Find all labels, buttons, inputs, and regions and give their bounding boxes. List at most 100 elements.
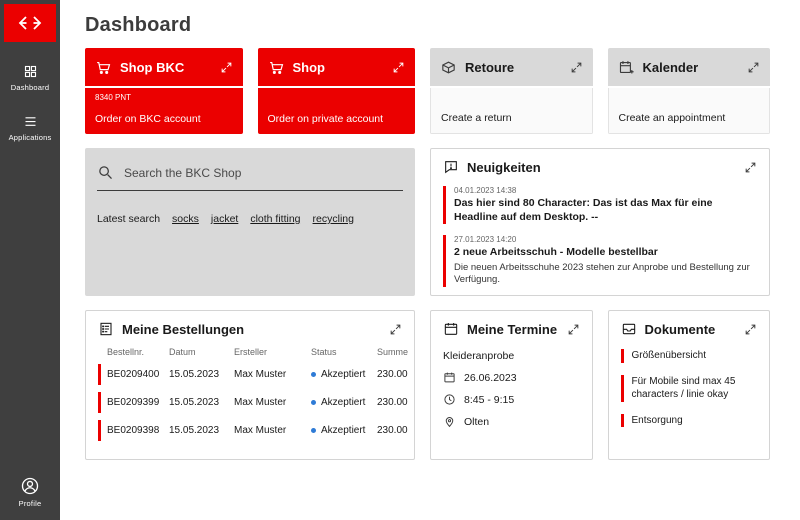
expand-icon[interactable]: [567, 323, 580, 336]
news-timestamp: 04.01.2023 14:38: [454, 186, 517, 195]
status-dot: [311, 372, 316, 377]
expand-icon[interactable]: [747, 61, 760, 74]
order-number: BE0209398: [107, 425, 160, 436]
middle-row: Latest search socks jacket cloth fitting…: [85, 148, 770, 296]
order-list-icon: [98, 321, 114, 337]
appointment-location-row: Olten: [443, 415, 580, 428]
retoure-card[interactable]: Retoure Create a return: [430, 48, 593, 134]
news-item[interactable]: 27.01.2023 14:20 2 neue Arbeitsschuh - M…: [443, 235, 757, 287]
sidebar-item-label: Applications: [8, 133, 52, 142]
expand-icon[interactable]: [744, 323, 757, 336]
sidebar-item-applications[interactable]: Applications: [0, 114, 60, 142]
documents-card: Dokumente Größenübersicht Für Mobile sin…: [607, 310, 770, 460]
profile-icon: [20, 476, 40, 496]
card-title: Shop BKC: [120, 59, 185, 75]
order-total: 230.00: [377, 369, 408, 380]
news-bubble-icon: [443, 159, 459, 175]
news-card: Neuigkeiten 04.01.2023 14:38 Das hier si…: [430, 148, 770, 296]
expand-icon[interactable]: [570, 61, 583, 74]
order-row[interactable]: BE0209400 15.05.2023 Max Muster Akzeptie…: [98, 364, 408, 385]
dashboard-grid-icon: [23, 64, 38, 79]
profile-label: Profile: [18, 499, 42, 508]
expand-icon[interactable]: [389, 323, 402, 336]
column-header: Summe: [377, 347, 409, 357]
card-subtitle: Order on private account: [267, 113, 384, 125]
content: Shop BKC 8340 PNT Order on BKC account S…: [60, 46, 800, 474]
news-body: Die neuen Arbeitsschuhe 2023 stehen zur …: [454, 261, 750, 286]
kalender-card[interactable]: Kalender Create an appointment: [607, 48, 770, 134]
search-tag[interactable]: jacket: [211, 213, 238, 225]
search-icon: [97, 164, 114, 181]
quick-tiles-row: Shop BKC 8340 PNT Order on BKC account S…: [85, 48, 770, 134]
expand-icon[interactable]: [744, 161, 757, 174]
shop-bkc-card[interactable]: Shop BKC 8340 PNT Order on BKC account: [85, 48, 243, 134]
appointment-title: Kleideranprobe: [443, 350, 515, 362]
appointment-location: Olten: [464, 415, 490, 428]
order-creator: Max Muster: [234, 369, 287, 380]
sidebar-item-dashboard[interactable]: Dashboard: [0, 64, 60, 92]
calendar-icon: [443, 321, 459, 337]
order-date: 15.05.2023: [169, 369, 220, 380]
main-area: Dashboard Shop BKC 8340 PNT Order on BKC…: [60, 0, 800, 520]
top-bar: Dashboard: [60, 0, 800, 46]
order-creator: Max Muster: [234, 397, 287, 408]
order-total: 230.00: [377, 397, 408, 408]
expand-icon[interactable]: [392, 61, 405, 74]
card-title: Kalender: [642, 59, 699, 75]
status-badge: Akzeptiert: [321, 397, 366, 408]
card-subtitle: Order on BKC account: [95, 113, 201, 125]
shop-card[interactable]: Shop Order on private account: [257, 48, 415, 134]
applications-menu-icon: [23, 114, 38, 129]
app-window: Dashboard Applications Profile Dashboard: [0, 0, 800, 520]
clock-icon: [443, 393, 456, 406]
card-title: Retoure: [465, 59, 515, 75]
order-creator: Max Muster: [234, 425, 287, 436]
column-header: Status: [311, 347, 337, 357]
location-pin-icon: [443, 415, 456, 428]
panel-title: Meine Bestellungen: [122, 321, 245, 337]
column-header: Ersteller: [234, 347, 268, 357]
status-badge: Akzeptiert: [321, 425, 366, 436]
column-header: Bestellnr.: [107, 347, 145, 357]
expand-icon[interactable]: [220, 61, 233, 74]
card-subtitle: Create a return: [441, 112, 512, 124]
points-badge: 8340 PNT: [95, 93, 132, 102]
news-timestamp: 27.01.2023 14:20: [454, 235, 517, 245]
appointments-card: Meine Termine Kleideranprobe 26.06.2023 …: [430, 310, 593, 460]
latest-search-label: Latest search: [97, 213, 161, 225]
return-box-icon: [440, 59, 457, 76]
sidebar-item-label: Dashboard: [10, 83, 50, 92]
status-badge: Akzeptiert: [321, 369, 366, 380]
page-title: Dashboard: [85, 14, 192, 36]
card-subtitle: Create an appointment: [618, 112, 726, 124]
order-date: 15.05.2023: [169, 397, 220, 408]
sidebar-item-profile[interactable]: Profile: [0, 476, 60, 508]
sbb-logo[interactable]: [4, 4, 56, 42]
document-item[interactable]: Entsorgung: [620, 413, 758, 427]
panel-title: Neuigkeiten: [467, 159, 541, 175]
document-item[interactable]: Für Mobile sind max 45 characters / lini…: [620, 374, 758, 402]
cart-icon: [268, 59, 285, 76]
calendar-plus-icon: [618, 59, 635, 76]
bottom-row: Meine Bestellungen Bestellnr. Datum Erst…: [85, 310, 770, 460]
panel-title: Meine Termine: [467, 321, 558, 337]
search-input[interactable]: [124, 165, 403, 180]
calendar-icon: [443, 371, 456, 384]
search-tag[interactable]: socks: [172, 213, 199, 225]
sidebar: Dashboard Applications Profile: [0, 0, 60, 520]
order-date: 15.05.2023: [169, 425, 220, 436]
order-total: 230.00: [377, 425, 408, 436]
appointment-date: 26.06.2023: [464, 371, 517, 384]
bkc-search-card: Latest search socks jacket cloth fitting…: [85, 148, 415, 296]
status-dot: [311, 400, 316, 405]
sbb-logo-icon: [17, 15, 43, 31]
search-tag[interactable]: cloth fitting: [250, 213, 300, 225]
document-item[interactable]: Größenübersicht: [620, 349, 758, 363]
order-row[interactable]: BE0209399 15.05.2023 Max Muster Akzeptie…: [98, 392, 408, 413]
order-row[interactable]: BE0209398 15.05.2023 Max Muster Akzeptie…: [98, 420, 408, 441]
orders-table-header: Bestellnr. Datum Ersteller Status Summe: [98, 347, 408, 357]
order-number: BE0209399: [107, 397, 160, 408]
card-title: Shop: [292, 59, 326, 75]
news-item[interactable]: 04.01.2023 14:38 Das hier sind 80 Charac…: [443, 186, 757, 225]
search-tag[interactable]: recycling: [313, 213, 354, 225]
